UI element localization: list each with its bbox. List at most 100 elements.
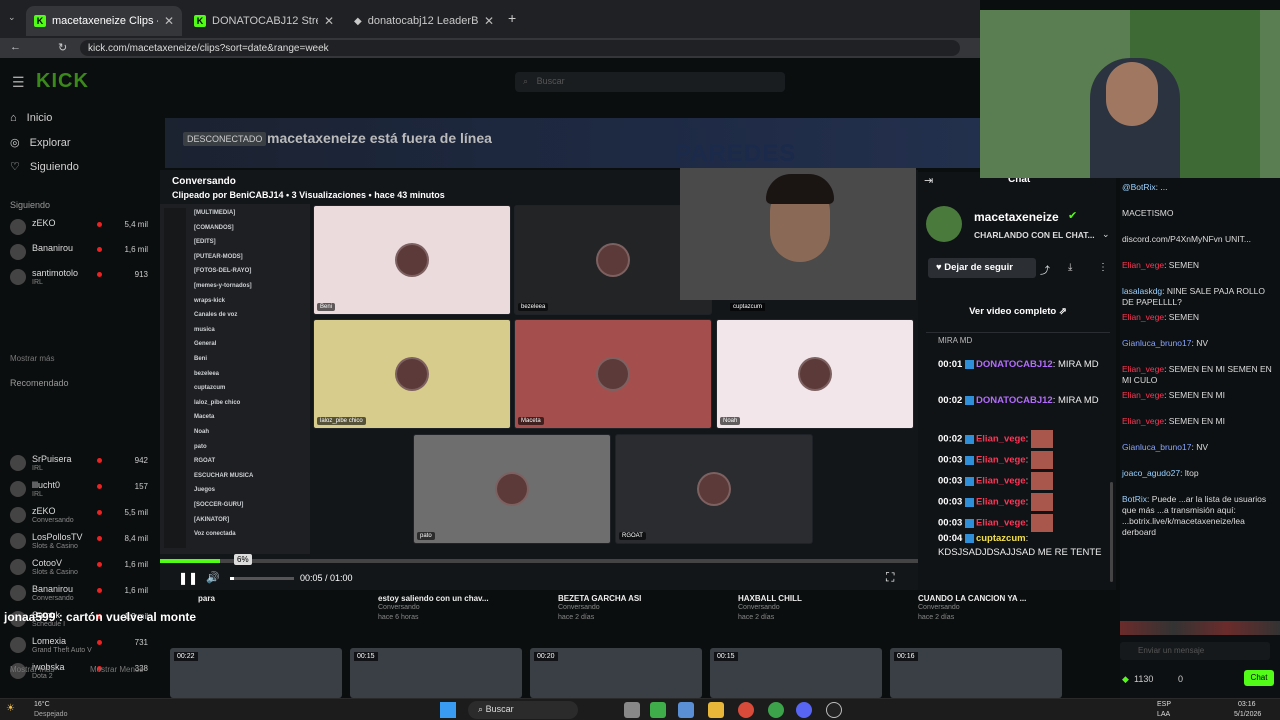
recommended-item[interactable]: Lomexia Grand Theft Auto V 731 — [8, 636, 148, 662]
channel-category: Conversando — [32, 595, 74, 602]
show-more-link[interactable]: Mostrar más — [10, 665, 54, 674]
taskbar: ☀ 16°C Despejado ⌕ Buscar ESP LAA 03:16 … — [0, 698, 1280, 720]
call-tile[interactable]: Noah — [716, 319, 914, 429]
overlay-text: MACETISMO — [1122, 208, 1174, 218]
clip-card[interactable]: CUANDO LA CANCION YA ... Conversando hace … — [890, 592, 1062, 698]
windows-start-icon[interactable] — [440, 702, 456, 718]
overlay-user: Elian_vege — [1122, 416, 1165, 426]
webcam-hair — [766, 174, 834, 204]
url-text: kick.com/macetaxeneize/clips?sort=date&r… — [88, 42, 329, 54]
chat-message: 00:02 Elian_vege: — [938, 430, 1108, 448]
download-icon[interactable]: ⤓ — [1068, 262, 1072, 273]
clock-time[interactable]: 03:16 — [1238, 701, 1256, 708]
tab-search-icon[interactable]: ⌄ — [8, 12, 16, 23]
nav-siguiendo[interactable]: ♡ Siguiendo — [10, 160, 79, 174]
discord-channel: Juegos — [194, 487, 216, 494]
lang-label[interactable]: ESP — [1157, 701, 1171, 708]
recommended-item[interactable]: SrPuisera IRL 942 — [8, 454, 148, 480]
recommended-item[interactable]: Bananirou Conversando 1,6 mil — [8, 584, 148, 610]
chat-button[interactable]: Chat — [1244, 670, 1274, 686]
unfollow-button[interactable]: ♥ Dejar de seguir — [928, 258, 1036, 278]
call-tile[interactable]: laloz_pibe chico — [313, 319, 511, 429]
msg-text: KDSJSADJDSAJJSAD ME RE TENTE — [938, 547, 1102, 558]
app-icon[interactable] — [650, 702, 666, 718]
app-icon[interactable] — [826, 702, 842, 718]
show-more-link[interactable]: Mostrar más — [10, 354, 54, 363]
kick-logo[interactable]: KICK — [36, 70, 89, 93]
call-tile[interactable]: Maceta — [514, 319, 712, 429]
chevron-down-icon[interactable]: ⌄ — [1102, 229, 1110, 240]
discord-channel: Canales de voz — [194, 312, 238, 319]
reload-icon[interactable]: ↻ — [58, 41, 67, 54]
fullscreen-icon[interactable]: ⛶ — [886, 570, 894, 585]
points-icon: ◆ — [1122, 674, 1129, 684]
lang-label-2[interactable]: LAA — [1157, 711, 1170, 718]
stream-title: CHARLANDO CON EL CHAT... — [974, 230, 1095, 240]
collapse-chat-icon[interactable]: ⇥ — [924, 174, 933, 187]
progress-track[interactable] — [160, 559, 918, 563]
url-field[interactable]: kick.com/macetaxeneize/clips?sort=date&r… — [80, 40, 960, 56]
call-tile[interactable]: pato — [413, 434, 611, 544]
chrome-icon[interactable] — [768, 702, 784, 718]
file-explorer-icon[interactable] — [708, 702, 724, 718]
recommended-item[interactable]: lllucht0 IRL 157 — [8, 480, 148, 506]
call-tile[interactable]: Beni — [313, 205, 511, 315]
following-item[interactable]: santimotolo IRL 913 — [8, 268, 148, 294]
new-tab-icon[interactable]: + — [508, 10, 516, 26]
pause-icon[interactable]: ❚❚ — [178, 571, 198, 585]
recommended-item[interactable]: zEKO Conversando 5,5 mil — [8, 506, 148, 532]
following-item[interactable]: zEKO 5,4 mil — [8, 218, 148, 244]
back-icon[interactable]: ← — [10, 41, 21, 53]
clip-card-title: HAXBALL CHILL — [738, 594, 802, 603]
overlay-chat-line: Elian_vege: SEMEN EN MI — [1122, 390, 1225, 400]
menu-icon[interactable]: ☰ — [12, 74, 25, 91]
watch-full-button[interactable]: Ver video completo ⇗ — [928, 302, 1108, 322]
chat-scrollbar[interactable] — [1110, 482, 1113, 582]
streamer-name[interactable]: macetaxeneize — [974, 210, 1059, 224]
more-icon[interactable]: ⋮ — [1098, 262, 1108, 273]
chrome-icon[interactable] — [738, 702, 754, 718]
overlay-chat-line: Gianluca_bruno17: NV — [1122, 442, 1209, 452]
streamer-avatar[interactable] — [926, 206, 962, 242]
nav-inicio[interactable]: ⌂ Inicio — [10, 112, 52, 124]
overlay-chat-input[interactable]: Enviar un mensaje — [1120, 642, 1270, 660]
nav-explorar[interactable]: ◎ Explorar — [10, 136, 71, 150]
tab-3[interactable]: ◆ donatocabj12 LeaderBoard | Th ✕ — [346, 6, 502, 36]
channel-name: santimotolo — [32, 268, 79, 278]
tab-2[interactable]: K DONATOCABJ12 Stream - Watc ✕ — [186, 6, 342, 36]
volume-icon[interactable]: 🔊 — [206, 571, 220, 584]
clip-card[interactable]: BEZETA GARCHA ASI Conversando hace 2 días 0… — [530, 592, 702, 698]
volume-tooltip: 6% — [234, 554, 252, 565]
clip-card[interactable]: para 00:22 — [170, 592, 342, 698]
chat-message: 00:03 Elian_vege: — [938, 514, 1108, 532]
taskview-icon[interactable] — [624, 702, 640, 718]
clip-card[interactable]: HAXBALL CHILL Conversando hace 2 días 00:15 — [710, 592, 882, 698]
search-bar[interactable]: ⌕ Buscar — [515, 72, 785, 92]
app-icon[interactable] — [678, 702, 694, 718]
live-dot — [97, 640, 102, 645]
viewer-count: 157 — [134, 482, 148, 491]
heart-icon: ♥ — [936, 262, 942, 273]
close-tab-icon[interactable]: ✕ — [164, 14, 174, 28]
volume-slider[interactable] — [230, 577, 294, 580]
discord-icon[interactable] — [796, 702, 812, 718]
following-item[interactable]: Bananirou 1,6 mil — [8, 243, 148, 269]
clip-meta: Clipeado por BeniCABJ14 • 3 Visualizacio… — [172, 190, 445, 200]
tab-label: DONATOCABJ12 Stream - Watc — [212, 15, 318, 27]
avatar — [10, 244, 26, 260]
call-tile[interactable]: RGOAT — [615, 434, 813, 544]
close-tab-icon[interactable]: ✕ — [324, 14, 334, 28]
clip-card[interactable]: estoy saliendo con un chav... Conversando… — [350, 592, 522, 698]
overlay-chat-line: discord.com/P4XnMyNFvn UNIT... — [1122, 234, 1278, 245]
share-icon[interactable]: ⤴ — [1040, 262, 1050, 277]
close-tab-icon[interactable]: ✕ — [484, 14, 494, 28]
recommended-item[interactable]: LosPollosTV Slots & Casino 8,4 mil — [8, 532, 148, 558]
clip-card-title: BEZETA GARCHA ASI — [558, 594, 642, 603]
nav-label: Explorar — [29, 136, 71, 149]
show-less-link[interactable]: Mostrar Menos — [90, 665, 143, 674]
clock-date[interactable]: 5/1/2026 — [1234, 711, 1261, 718]
recommended-item[interactable]: CotooV Slots & Casino 1,6 mil — [8, 558, 148, 584]
tab-1[interactable]: K macetaxeneize Clips - Watc ✕ — [26, 6, 182, 36]
taskbar-search[interactable]: ⌕ Buscar — [468, 701, 578, 719]
clip-duration: 00:22 — [174, 652, 198, 661]
